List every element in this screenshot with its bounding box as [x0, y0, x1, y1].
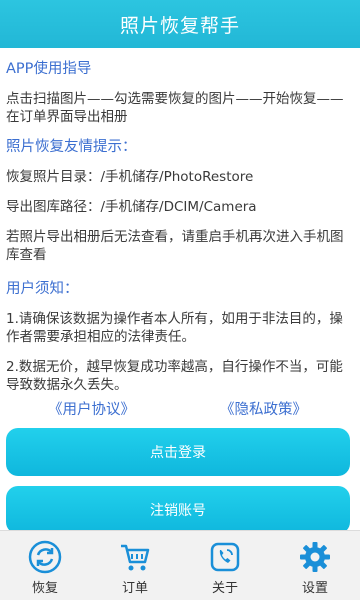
app-header: 照片恢复帮手 [0, 0, 360, 48]
tab-orders[interactable]: 订单 [90, 531, 180, 600]
refresh-icon [27, 539, 63, 575]
phone-icon [207, 539, 243, 575]
notice-title: 用户须知： [6, 281, 79, 297]
policy-links: 《用户协议》 《隐私政策》 [0, 398, 360, 420]
tips-note-text: 若照片导出相册后无法查看，请重启手机再次进入手机图库查看 [6, 229, 344, 263]
cancel-account-button[interactable]: 注销账号 [6, 486, 350, 534]
restore-dir-text: 恢复照片目录：/手机储存/PhotoRestore [6, 169, 254, 185]
tab-settings[interactable]: 设置 [270, 531, 360, 600]
tab-restore[interactable]: 恢复 [0, 531, 90, 600]
tab-about[interactable]: 关于 [180, 531, 270, 600]
guide-title: APP使用指导 [6, 61, 92, 77]
notice-item-2: 2.数据无价，越早恢复成功率越高，自行操作不当，可能导致数据永久丢失。 [6, 359, 343, 393]
login-button[interactable]: 点击登录 [6, 428, 350, 476]
tab-orders-label: 订单 [121, 581, 148, 596]
gear-icon [297, 539, 333, 575]
notice-item-1: 1.请确保该数据为操作者本人所有，如用于非法目的，操作者需要承担相应的法律责任。 [6, 311, 343, 345]
tab-restore-label: 恢复 [31, 581, 58, 596]
tab-settings-label: 设置 [301, 581, 328, 596]
cart-icon [117, 539, 153, 575]
user-agreement-link[interactable]: 《用户协议》 [48, 398, 135, 419]
export-path-text: 导出图库路径：/手机储存/DCIM/Camera [6, 199, 257, 215]
tab-about-label: 关于 [211, 581, 238, 596]
guide-text: 点击扫描图片——勾选需要恢复的图片——开始恢复——在订单界面导出相册 [6, 91, 344, 125]
tips-title: 照片恢复友情提示： [6, 139, 137, 155]
main-content: APP使用指导 点击扫描图片——勾选需要恢复的图片——开始恢复——在订单界面导出… [0, 48, 360, 394]
bottom-tab-bar: 恢复 订单 关于 设置 [0, 530, 360, 600]
privacy-policy-link[interactable]: 《隐私政策》 [220, 398, 307, 419]
page-title: 照片恢复帮手 [119, 14, 240, 37]
